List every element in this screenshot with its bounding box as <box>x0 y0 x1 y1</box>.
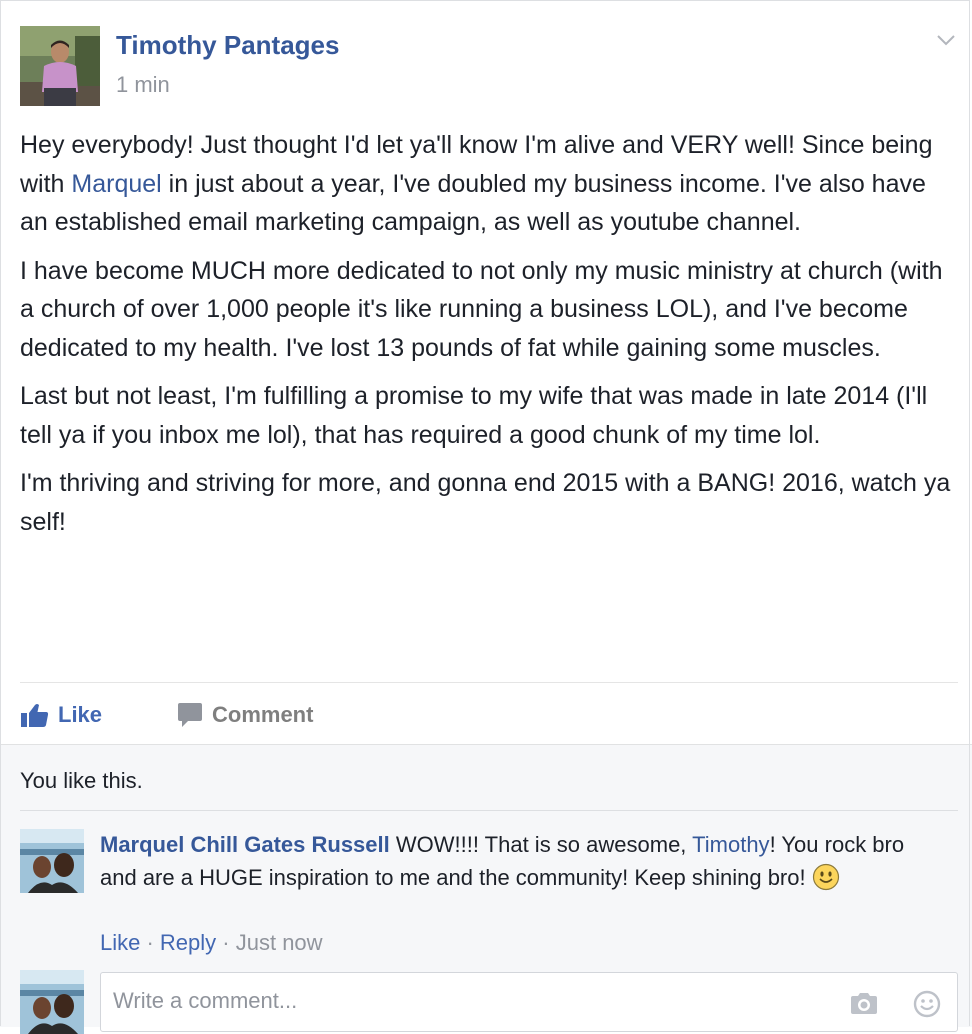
mention-link[interactable]: Marquel <box>71 170 161 198</box>
smiley-emoji-icon <box>812 863 840 901</box>
like-label: Like <box>58 702 103 727</box>
post-text: Hey everybody! Just thought I'd let ya'l… <box>20 126 960 551</box>
comment-time[interactable]: Just now <box>236 930 323 955</box>
emoji-icon[interactable] <box>913 990 941 1023</box>
speech-bubble-icon <box>178 703 202 727</box>
comment-button[interactable]: Comment <box>176 700 313 730</box>
separator: · <box>216 930 236 955</box>
comment-reply-link[interactable]: Reply <box>160 930 216 955</box>
composer-avatar[interactable] <box>20 970 84 1034</box>
chevron-down-icon[interactable] <box>934 30 958 50</box>
post-paragraph: I'm thriving and striving for more, and … <box>20 469 951 536</box>
post-paragraph: Hey everybody! Just thought I'd let ya'l… <box>20 126 960 242</box>
thumbs-up-icon <box>21 704 49 727</box>
commenter-avatar[interactable] <box>20 829 84 893</box>
mention-link[interactable]: Timothy <box>692 832 769 857</box>
comment-input[interactable] <box>111 987 815 1015</box>
comment-body: Marquel Chill Gates Russell WOW!!!! That… <box>100 829 940 900</box>
comment-text-segment: WOW!!!! That is so awesome, <box>389 832 693 857</box>
separator: · <box>140 930 160 955</box>
post-author-name[interactable]: Timothy Pantages <box>116 30 339 61</box>
likes-summary: You like this. <box>20 768 143 793</box>
comment-like-link[interactable]: Like <box>100 930 140 955</box>
camera-icon[interactable] <box>849 990 879 1021</box>
post-paragraph: I have become MUCH more dedicated to not… <box>20 256 943 362</box>
comment-composer[interactable] <box>100 972 958 1032</box>
comment-label: Comment <box>212 702 314 727</box>
comment-author[interactable]: Marquel Chill Gates Russell <box>100 832 390 857</box>
like-button[interactable]: Like <box>20 700 102 730</box>
post-timestamp[interactable]: 1 min <box>116 72 170 98</box>
comment-actions: Like · Reply · Just now <box>100 930 323 956</box>
author-avatar[interactable] <box>20 26 100 106</box>
divider <box>20 810 958 811</box>
feed-post: Timothy Pantages 1 min Hey everybody! Ju… <box>0 0 972 1034</box>
divider <box>20 682 958 683</box>
post-paragraph: Last but not least, I'm fulfilling a pro… <box>20 382 928 449</box>
